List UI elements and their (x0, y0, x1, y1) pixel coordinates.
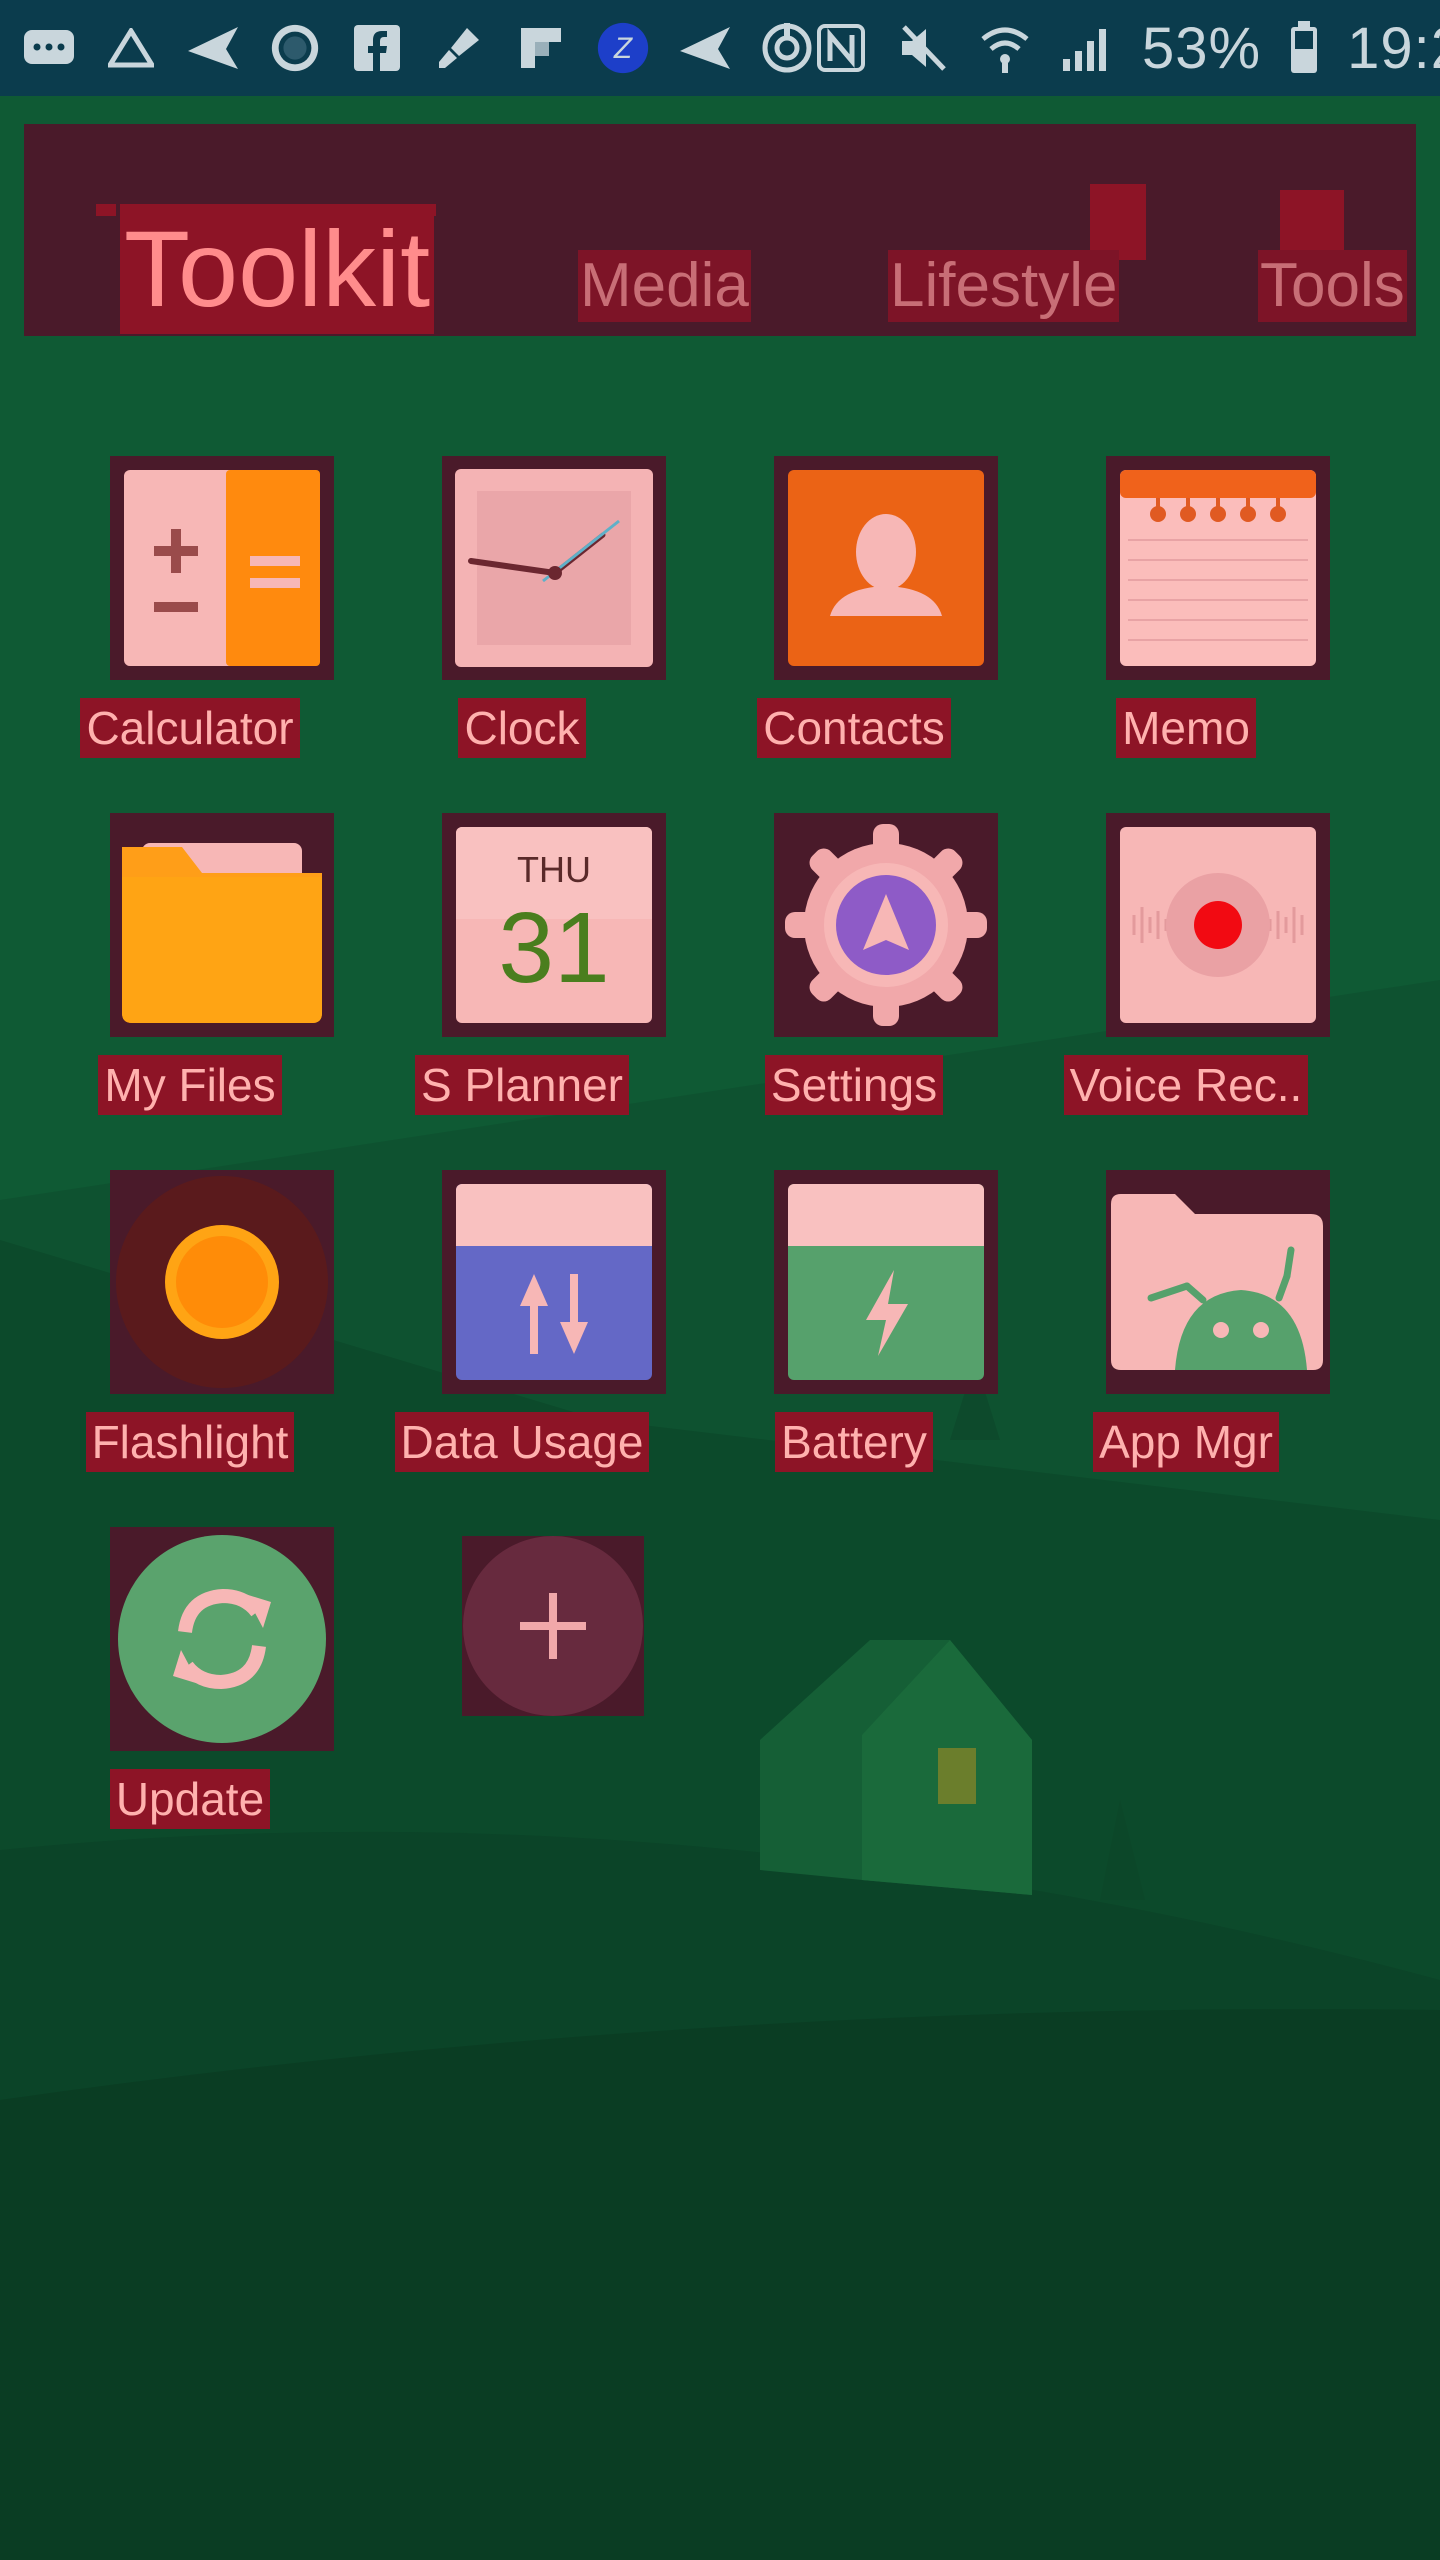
settings-gear-icon[interactable] (774, 813, 998, 1037)
wifi-icon (978, 21, 1032, 75)
brush-icon (432, 21, 486, 75)
app-label: Memo (1020, 698, 1352, 758)
tab-media[interactable]: Media (578, 250, 751, 322)
tab-mark (1090, 184, 1146, 260)
android-folder-icon[interactable] (1106, 1170, 1330, 1394)
app-label: App Mgr (1020, 1412, 1352, 1472)
data-usage-icon[interactable] (442, 1170, 666, 1394)
flashlight-icon[interactable] (110, 1170, 334, 1394)
message-icon (22, 21, 76, 75)
notification-icons: Z (22, 21, 814, 75)
app-battery[interactable]: Battery (688, 1170, 1020, 1510)
tab-toolkit[interactable]: Toolkit (120, 204, 435, 334)
calendar-date: 31 (498, 892, 610, 1004)
app-label: Contacts (688, 698, 1020, 758)
app-app-manager[interactable]: App Mgr (1020, 1170, 1352, 1510)
plus-icon (463, 1536, 643, 1716)
calculator-icon[interactable] (110, 456, 334, 680)
app-label: Flashlight (24, 1412, 356, 1472)
app-voice-recorder[interactable]: Voice Rec.. (1020, 813, 1352, 1153)
app-label: S Planner (356, 1055, 688, 1115)
app-label: Battery (688, 1412, 1020, 1472)
send-icon (186, 21, 240, 75)
folder-tab-header: Toolkit Media Lifestyle Tools (24, 124, 1416, 336)
app-calculator[interactable]: Calculator (24, 456, 356, 796)
calendar-day: THU (517, 849, 591, 890)
drive-icon (104, 21, 158, 75)
app-data-usage[interactable]: Data Usage (356, 1170, 688, 1510)
app-flashlight[interactable]: Flashlight (24, 1170, 356, 1510)
ring-icon (268, 21, 322, 75)
app-memo[interactable]: Memo (1020, 456, 1352, 796)
battery-icon (1289, 21, 1319, 75)
app-label: Data Usage (356, 1412, 688, 1472)
mute-icon (896, 21, 950, 75)
system-icons: 53% 19:27 (814, 15, 1440, 82)
app-my-files[interactable]: My Files (24, 813, 356, 1153)
app-label: Update (24, 1769, 356, 1829)
app-label: Voice Rec.. (1020, 1055, 1352, 1115)
app-settings[interactable]: Settings (688, 813, 1020, 1153)
svg-text:Z: Z (613, 32, 634, 65)
memo-icon[interactable] (1106, 456, 1330, 680)
voice-recorder-icon[interactable] (1106, 813, 1330, 1037)
facebook-icon (350, 21, 404, 75)
update-icon[interactable] (110, 1527, 334, 1751)
tab-tools[interactable]: Tools (1258, 250, 1407, 322)
app-contacts[interactable]: Contacts (688, 456, 1020, 796)
app-label: Calculator (24, 698, 356, 758)
flipboard-icon (514, 21, 568, 75)
clock-icon[interactable] (442, 456, 666, 680)
folder-icon[interactable] (110, 813, 334, 1037)
power-icon (760, 21, 814, 75)
contacts-icon[interactable] (774, 456, 998, 680)
app-label: Settings (688, 1055, 1020, 1115)
app-update[interactable]: Update (24, 1527, 356, 1867)
calendar-icon[interactable]: THU 31 (442, 813, 666, 1037)
add-app-button[interactable] (462, 1536, 644, 1716)
battery-percent: 53% (1142, 15, 1262, 81)
tab-lifestyle[interactable]: Lifestyle (888, 250, 1120, 322)
clock-time: 19:27 (1347, 15, 1440, 81)
nfc-icon (814, 21, 868, 75)
battery-icon[interactable] (774, 1170, 998, 1394)
app-label: Clock (356, 698, 688, 758)
app-s-planner[interactable]: THU 31 S Planner (356, 813, 688, 1153)
app-clock[interactable]: Clock (356, 456, 688, 796)
tab-mark (96, 204, 116, 216)
status-bar: Z 53% 19:27 (0, 0, 1440, 96)
z-icon: Z (596, 21, 650, 75)
signal-icon (1060, 21, 1114, 75)
app-label: My Files (24, 1055, 356, 1115)
send-icon (678, 21, 732, 75)
